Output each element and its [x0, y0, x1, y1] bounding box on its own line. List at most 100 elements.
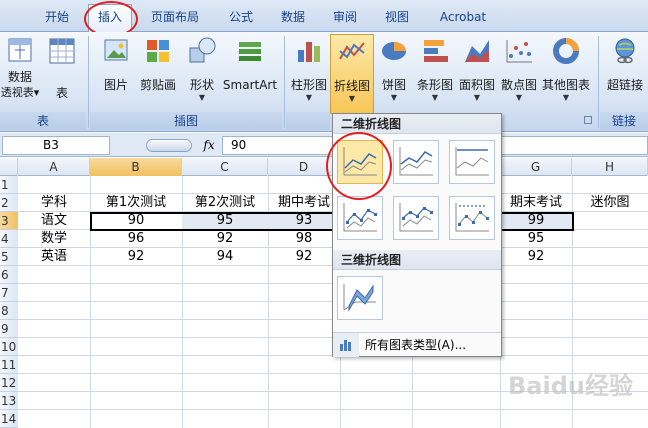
- chevron-down-icon: ▼: [431, 93, 439, 102]
- section-2d-line: 二维折线图: [333, 114, 501, 134]
- bar-chart-label: 条形图: [416, 78, 453, 92]
- stacked-line-markers-option[interactable]: [393, 196, 439, 240]
- cell[interactable]: 92: [500, 248, 572, 266]
- cell[interactable]: 第2次测试: [182, 194, 268, 212]
- column-header[interactable]: A: [18, 158, 90, 176]
- column-header[interactable]: G: [500, 158, 572, 176]
- cell[interactable]: 迷你图: [572, 194, 648, 212]
- tab-formulas[interactable]: 公式: [220, 6, 262, 28]
- 3d-line-option[interactable]: [337, 276, 383, 320]
- shapes-button[interactable]: 形状 ▼: [182, 36, 222, 103]
- row-header[interactable]: 8: [0, 302, 18, 320]
- tab-data[interactable]: 数据: [272, 6, 314, 28]
- row-header[interactable]: 4: [0, 230, 18, 248]
- picture-label: 图片: [103, 78, 128, 92]
- cell[interactable]: 98: [268, 230, 340, 248]
- line-chart-button[interactable]: 折线图 ▼: [330, 34, 374, 114]
- column-chart-button[interactable]: 柱形图 ▼: [288, 36, 330, 103]
- pie-chart-icon: [382, 42, 406, 60]
- bar-chart-icon: [424, 40, 448, 62]
- group-label-links: 链接: [600, 112, 648, 130]
- percent-stacked-line-option[interactable]: [449, 140, 495, 184]
- tab-acrobat[interactable]: Acrobat: [432, 6, 494, 28]
- cell[interactable]: 96: [90, 230, 182, 248]
- cell[interactable]: 99: [500, 212, 572, 230]
- clipart-button[interactable]: 剪贴画: [136, 36, 180, 93]
- row-header[interactable]: 14: [0, 410, 18, 428]
- table-button[interactable]: 表: [42, 36, 82, 101]
- row-header[interactable]: 6: [0, 266, 18, 284]
- group-label-tables: 表: [0, 112, 86, 130]
- row-header[interactable]: 11: [0, 356, 18, 374]
- smartart-label: SmartArt: [222, 78, 278, 92]
- line-markers-option[interactable]: [337, 196, 383, 240]
- all-chart-types-button[interactable]: 所有图表类型(A)...: [333, 332, 501, 357]
- section-3d-line: 三维折线图: [333, 250, 501, 270]
- select-all-corner[interactable]: [0, 158, 18, 176]
- row-header[interactable]: 1: [0, 176, 18, 194]
- smartart-button[interactable]: SmartArt: [222, 36, 278, 93]
- active-cell[interactable]: 90: [90, 212, 182, 230]
- highlight-circle: [326, 132, 392, 200]
- tab-view[interactable]: 视图: [376, 6, 418, 28]
- stacked-line-option[interactable]: [393, 140, 439, 184]
- cell[interactable]: 95: [182, 212, 268, 230]
- cell[interactable]: 数学: [18, 230, 90, 248]
- all-chart-types-label: 所有图表类型(A)...: [365, 338, 467, 352]
- tab-home[interactable]: 开始: [34, 6, 80, 28]
- hyperlink-label: 超链接: [606, 78, 643, 92]
- group-label-charts: [286, 112, 330, 130]
- area-chart-button[interactable]: 面积图 ▼: [456, 36, 498, 103]
- cell[interactable]: 学科: [18, 194, 90, 212]
- cell[interactable]: 期末考试: [500, 194, 572, 212]
- cell[interactable]: 英语: [18, 248, 90, 266]
- percent-markers-thumb-icon: [455, 203, 489, 232]
- insert-function-button[interactable]: fx: [200, 136, 218, 155]
- cell[interactable]: 94: [182, 248, 268, 266]
- percent-line-thumb-icon: [455, 147, 489, 176]
- cell[interactable]: 语文: [18, 212, 90, 230]
- pivot-table-button[interactable]: 数据 透视表▾: [0, 36, 40, 101]
- cell[interactable]: 92: [90, 248, 182, 266]
- cell[interactable]: 期中考试: [268, 194, 340, 212]
- hyperlink-button[interactable]: 超链接: [602, 36, 648, 93]
- dialog-launcher-icon[interactable]: [584, 116, 592, 124]
- cell[interactable]: 第1次测试: [90, 194, 182, 212]
- shapes-label: 形状: [189, 78, 214, 92]
- cell[interactable]: 95: [500, 230, 572, 248]
- cell[interactable]: 92: [268, 248, 340, 266]
- formula-bar-slider[interactable]: [146, 139, 192, 152]
- row-header[interactable]: 12: [0, 374, 18, 392]
- area-chart-label: 面积图: [458, 78, 495, 92]
- tab-review[interactable]: 审阅: [324, 6, 366, 28]
- picture-button[interactable]: 图片: [96, 36, 136, 93]
- cell[interactable]: 93: [268, 212, 340, 230]
- watermark: Baidu经验: [508, 372, 633, 400]
- chevron-down-icon: ▼: [348, 94, 356, 103]
- pie-chart-button[interactable]: 饼图 ▼: [374, 36, 414, 103]
- row-header[interactable]: 3: [0, 212, 18, 230]
- row-header[interactable]: 13: [0, 392, 18, 410]
- percent-line-markers-option[interactable]: [449, 196, 495, 240]
- tab-page-layout[interactable]: 页面布局: [142, 6, 208, 28]
- cell[interactable]: 92: [182, 230, 268, 248]
- column-header[interactable]: H: [572, 158, 648, 176]
- line-chart-icon: [339, 42, 365, 60]
- row-header[interactable]: 7: [0, 284, 18, 302]
- row-header[interactable]: 2: [0, 194, 18, 212]
- chevron-down-icon: ▼: [390, 93, 398, 102]
- ribbon-tab-bar: 开始 插入 页面布局 公式 数据 审阅 视图 Acrobat: [0, 0, 648, 37]
- row-header[interactable]: 9: [0, 320, 18, 338]
- row-header[interactable]: 10: [0, 338, 18, 356]
- column-header[interactable]: B: [90, 158, 182, 176]
- row-header[interactable]: 5: [0, 248, 18, 266]
- scatter-chart-button[interactable]: 散点图 ▼: [498, 36, 540, 103]
- name-box[interactable]: B3: [2, 136, 110, 155]
- chevron-down-icon: ▼: [562, 93, 570, 102]
- ribbon-panel: 数据 透视表▾ 表 图片 剪贴画 形状 ▼ SmartArt 柱形图 ▼ 折线图…: [0, 32, 648, 132]
- table-icon: [49, 38, 75, 64]
- other-charts-button[interactable]: 其他图表 ▼: [540, 36, 592, 103]
- column-header[interactable]: C: [182, 158, 268, 176]
- table-label: 表: [55, 86, 68, 100]
- bar-chart-button[interactable]: 条形图 ▼: [414, 36, 456, 103]
